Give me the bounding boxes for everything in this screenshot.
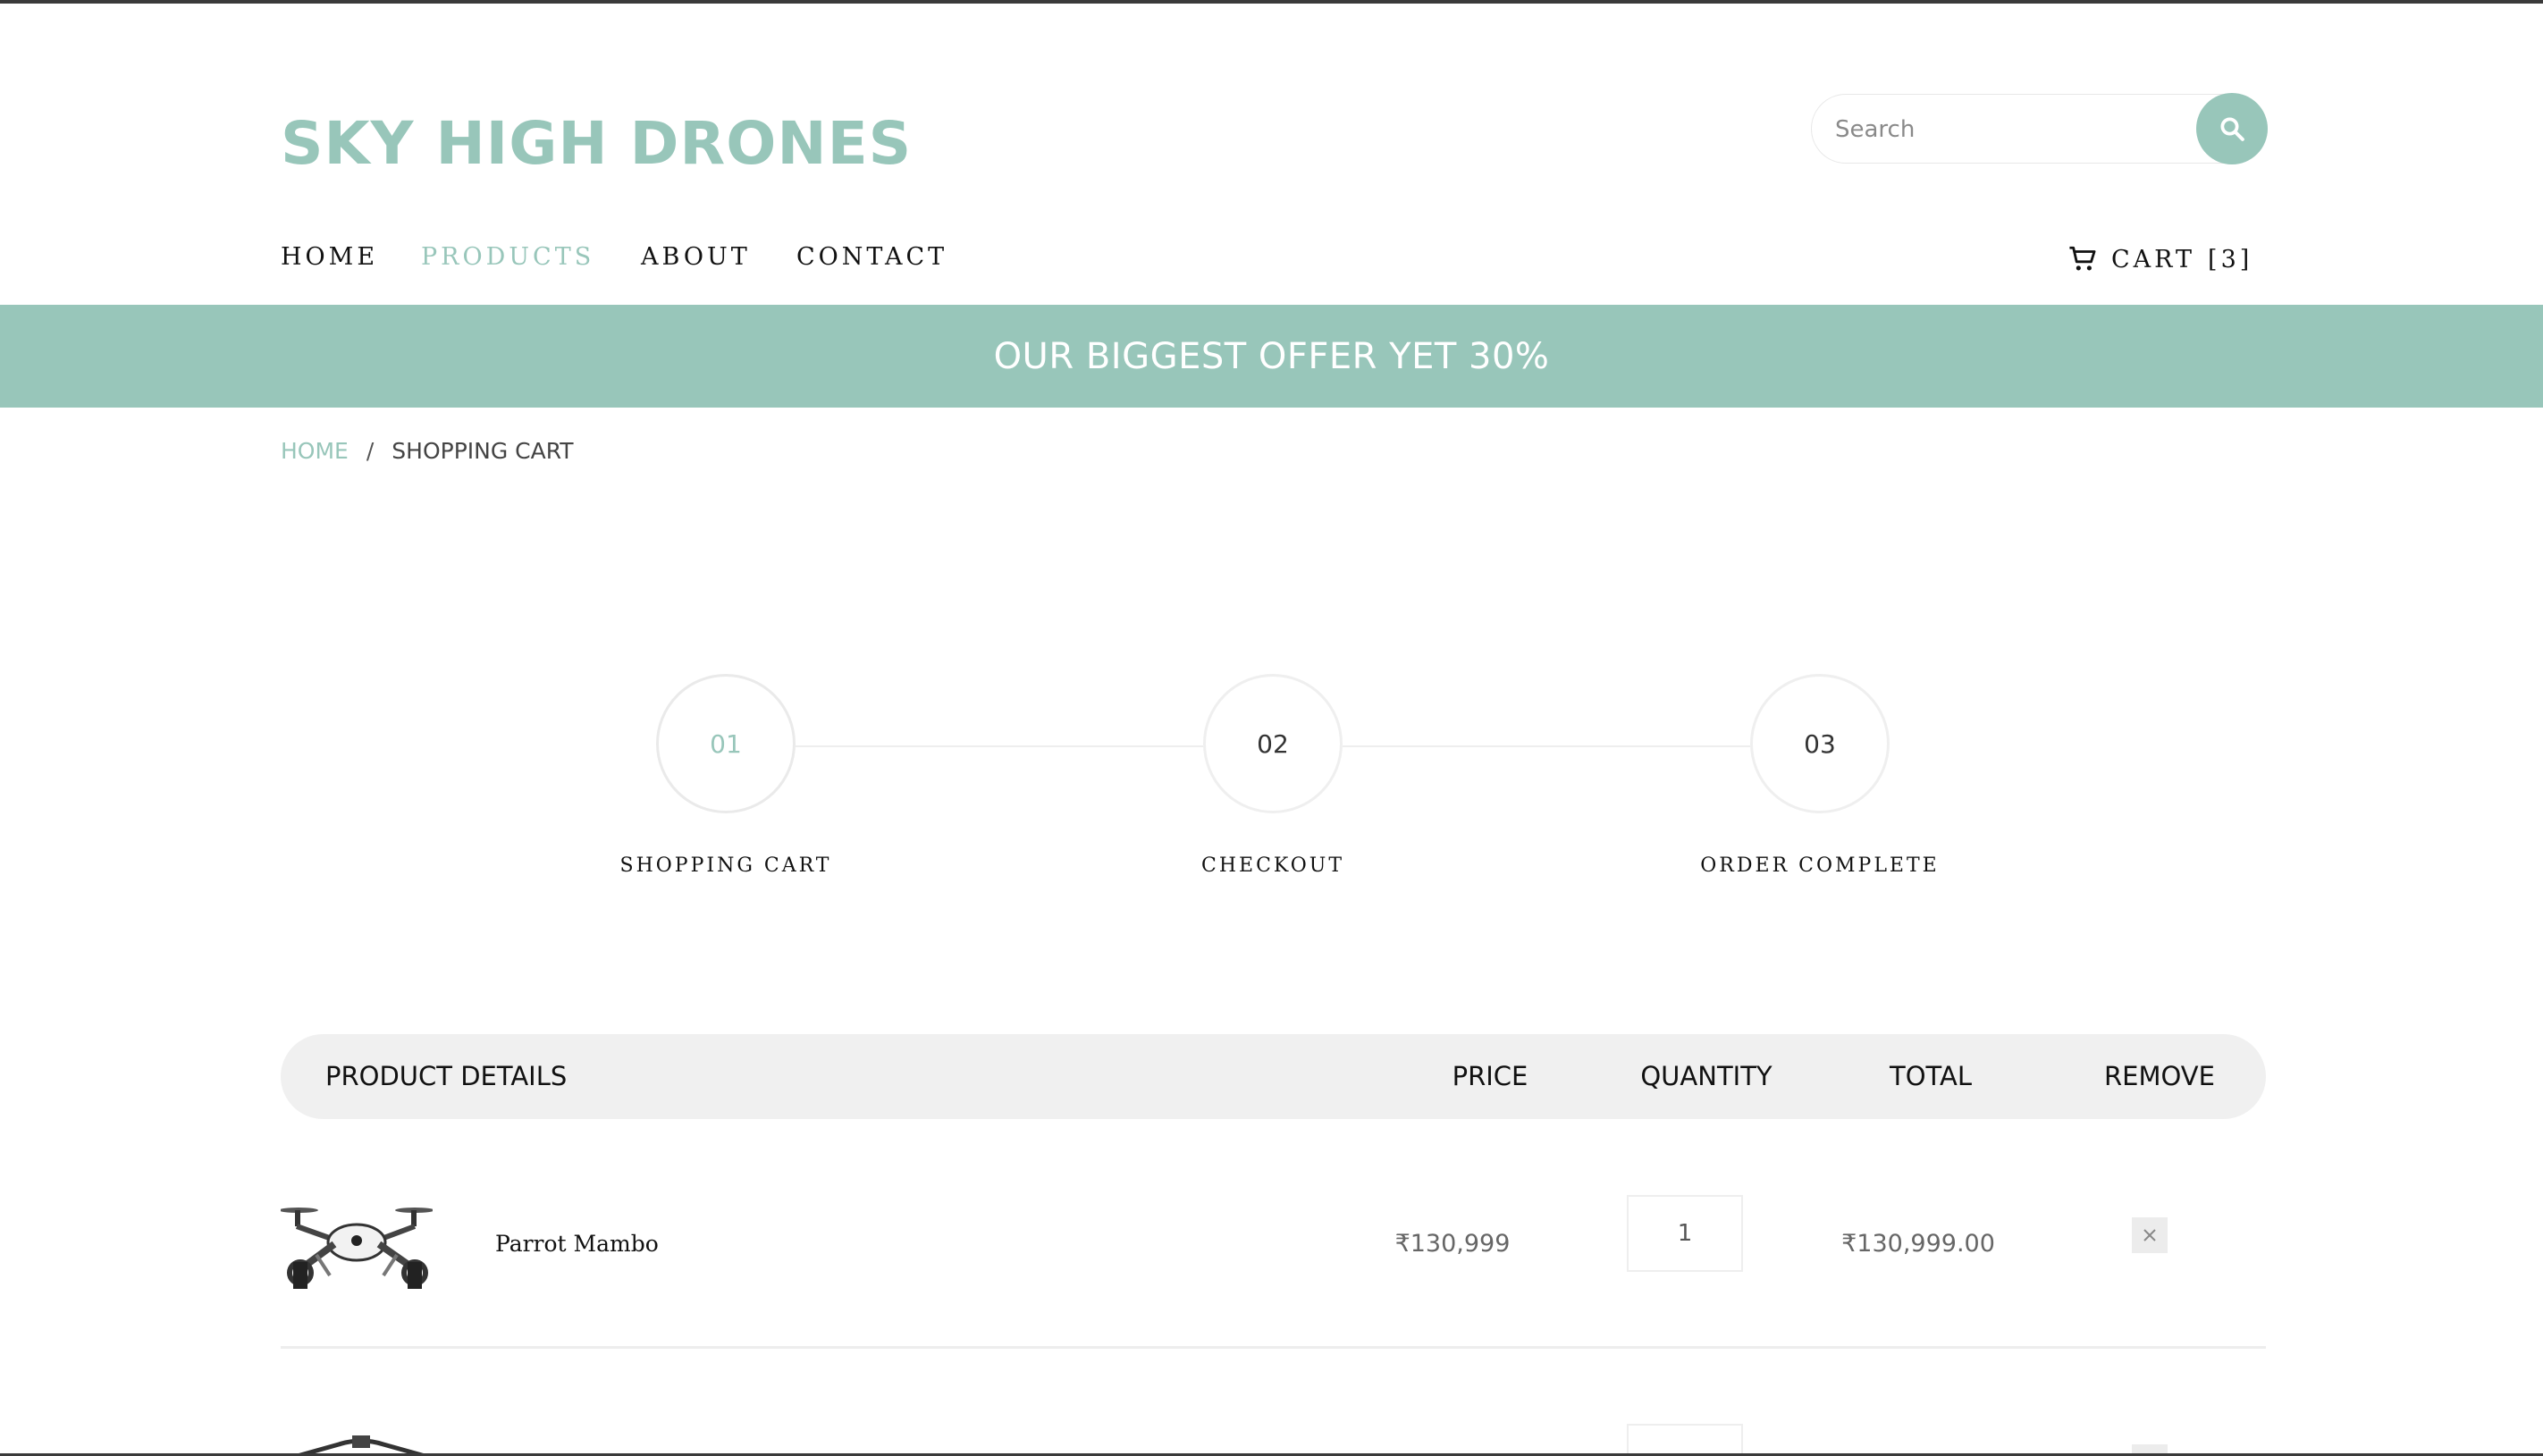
search-icon bbox=[2220, 117, 2244, 141]
quantity-input[interactable] bbox=[1627, 1424, 1743, 1456]
step-3-label: ORDER COMPLETE bbox=[1700, 854, 1940, 877]
breadcrumb-current: SHOPPING CART bbox=[392, 438, 574, 464]
offer-banner-text: OUR BIGGEST OFFER YET 30% bbox=[993, 335, 1550, 377]
close-icon bbox=[2143, 1229, 2156, 1241]
breadcrumb-home[interactable]: HOME bbox=[281, 438, 349, 464]
drone-image bbox=[281, 1208, 433, 1289]
breadcrumb-separator: / bbox=[366, 438, 375, 464]
nav-about[interactable]: ABOUT bbox=[641, 243, 751, 271]
table-row: Parrot Mambo ₹130,999 1 ₹130,999.00 bbox=[281, 1180, 2266, 1305]
step-connector bbox=[796, 745, 1203, 747]
remove-button[interactable] bbox=[2132, 1217, 2168, 1253]
search-button[interactable] bbox=[2196, 93, 2268, 164]
row-divider bbox=[281, 1346, 2266, 1349]
header-total: TOTAL bbox=[1890, 1061, 1972, 1091]
header-price: PRICE bbox=[1452, 1061, 1528, 1091]
cart-table-header: PRODUCT DETAILS PRICE QUANTITY TOTAL REM… bbox=[281, 1034, 2266, 1119]
step-3-circle: 03 bbox=[1750, 674, 1890, 813]
step-1-label: SHOPPING CART bbox=[619, 854, 832, 877]
cart-link[interactable]: CART [3] bbox=[2068, 240, 2252, 279]
header-quantity: QUANTITY bbox=[1640, 1061, 1773, 1091]
offer-banner: OUR BIGGEST OFFER YET 30% bbox=[0, 305, 2543, 408]
cart-label: CART bbox=[2111, 245, 2196, 274]
table-row bbox=[281, 1421, 2266, 1456]
step-2-circle: 02 bbox=[1203, 674, 1343, 813]
product-total: ₹130,999.00 bbox=[1841, 1230, 1995, 1258]
nav-products[interactable]: PRODUCTS bbox=[421, 243, 594, 271]
header-product-details: PRODUCT DETAILS bbox=[325, 1061, 568, 1091]
step-2-label: CHECKOUT bbox=[1200, 854, 1344, 877]
nav-contact[interactable]: CONTACT bbox=[796, 243, 947, 271]
search-input[interactable] bbox=[1833, 95, 2194, 164]
nav-home[interactable]: HOME bbox=[281, 243, 378, 271]
top-border bbox=[0, 0, 2543, 4]
product-price: ₹130,999 bbox=[1394, 1230, 1511, 1258]
header-remove: REMOVE bbox=[2104, 1061, 2215, 1091]
breadcrumb: HOME / SHOPPING CART bbox=[281, 438, 574, 464]
step-connector bbox=[1343, 745, 1750, 747]
product-name[interactable]: Parrot Mambo bbox=[495, 1231, 659, 1257]
quantity-input[interactable]: 1 bbox=[1627, 1195, 1743, 1272]
site-logo[interactable]: SKY HIGH DRONES bbox=[281, 109, 912, 178]
drone-image bbox=[293, 1435, 429, 1456]
cart-icon bbox=[2069, 246, 2096, 271]
step-1-circle: 01 bbox=[656, 674, 796, 813]
cart-count: [3] bbox=[2208, 245, 2253, 274]
